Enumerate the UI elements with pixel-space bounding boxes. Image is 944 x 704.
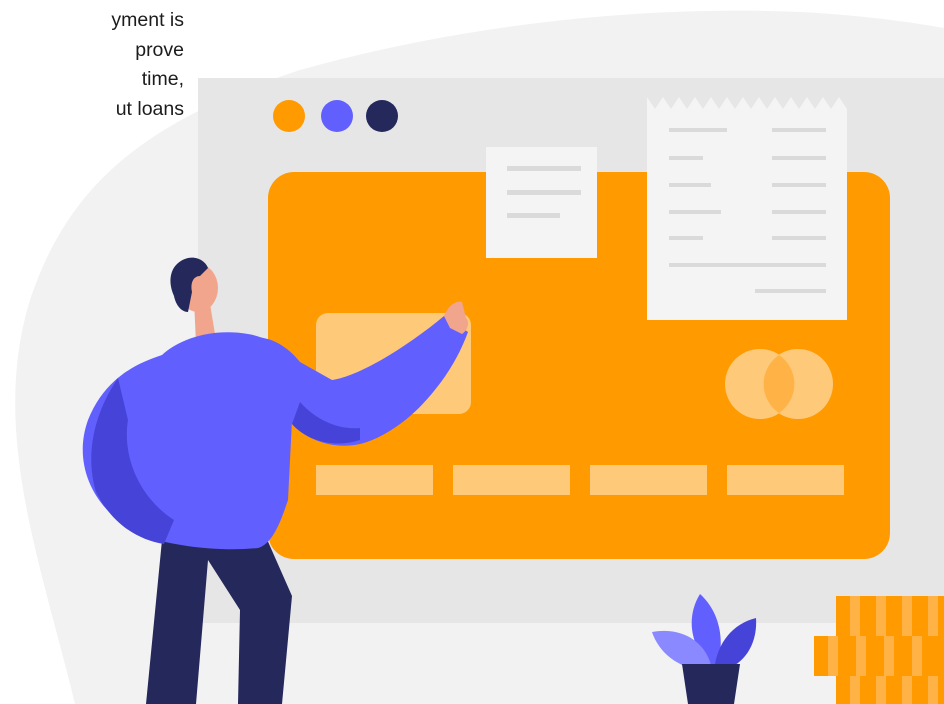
payment-illustration: [15, 10, 944, 704]
receipt-icon: [647, 97, 847, 320]
note-icon: [486, 147, 597, 258]
window-dots-icon: [273, 100, 398, 132]
card-logo-icon: [725, 349, 833, 419]
